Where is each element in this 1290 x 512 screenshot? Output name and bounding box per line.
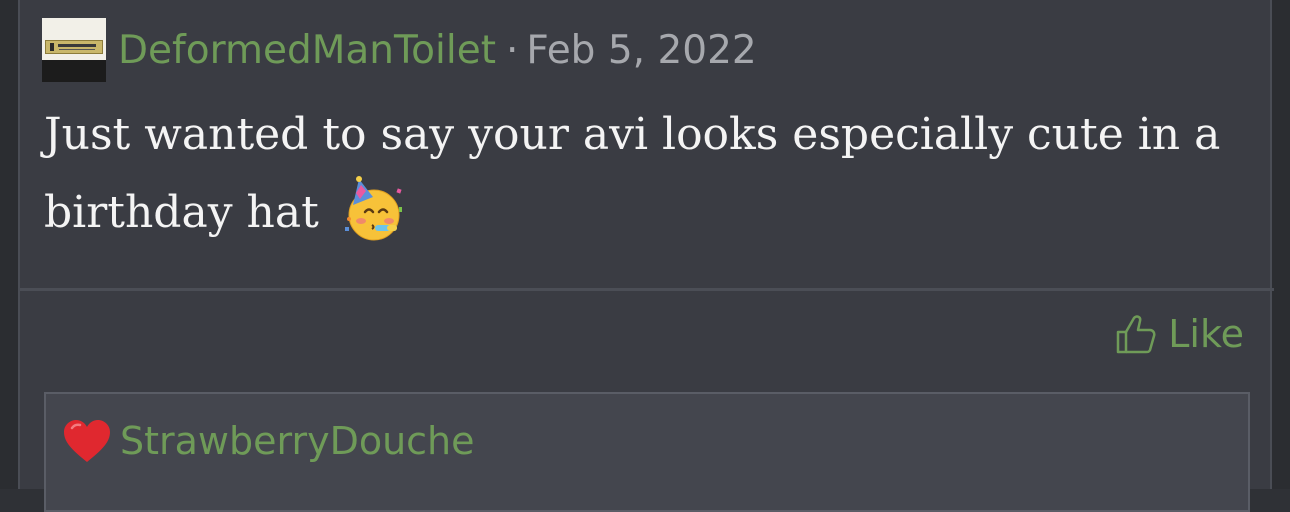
like-button[interactable]: Like: [1114, 312, 1244, 356]
avatar-base: [42, 60, 106, 82]
thumbs-up-icon: [1116, 315, 1156, 354]
post-username[interactable]: DeformedManToilet: [118, 28, 496, 73]
comment-line-2: birthday hat: [44, 187, 319, 238]
toilet-sign-icon: [45, 40, 103, 54]
reply-username[interactable]: StrawberryDouche: [120, 419, 475, 463]
like-label: Like: [1168, 312, 1244, 356]
post-meta: · Feb 5, 2022: [506, 28, 757, 73]
post-date[interactable]: Feb 5, 2022: [526, 28, 756, 73]
red-heart-icon: [64, 420, 110, 462]
action-divider: [20, 288, 1274, 291]
user-avatar[interactable]: [42, 18, 106, 82]
left-gutter: [0, 0, 18, 489]
reply-header: StrawberryDouche: [62, 418, 475, 464]
comment-text: Just wanted to say your avi looks especi…: [44, 96, 1244, 252]
comment-line-1: Just wanted to say your avi looks especi…: [44, 109, 1221, 160]
meta-separator: ·: [505, 27, 519, 73]
partying-face-emoji-icon: [344, 176, 402, 241]
right-gutter: [1272, 0, 1290, 489]
post-header: DeformedManToilet · Feb 5, 2022: [42, 16, 757, 84]
comment-card: DeformedManToilet · Feb 5, 2022 Just want…: [18, 0, 1274, 512]
reply-box: StrawberryDouche: [44, 392, 1250, 512]
